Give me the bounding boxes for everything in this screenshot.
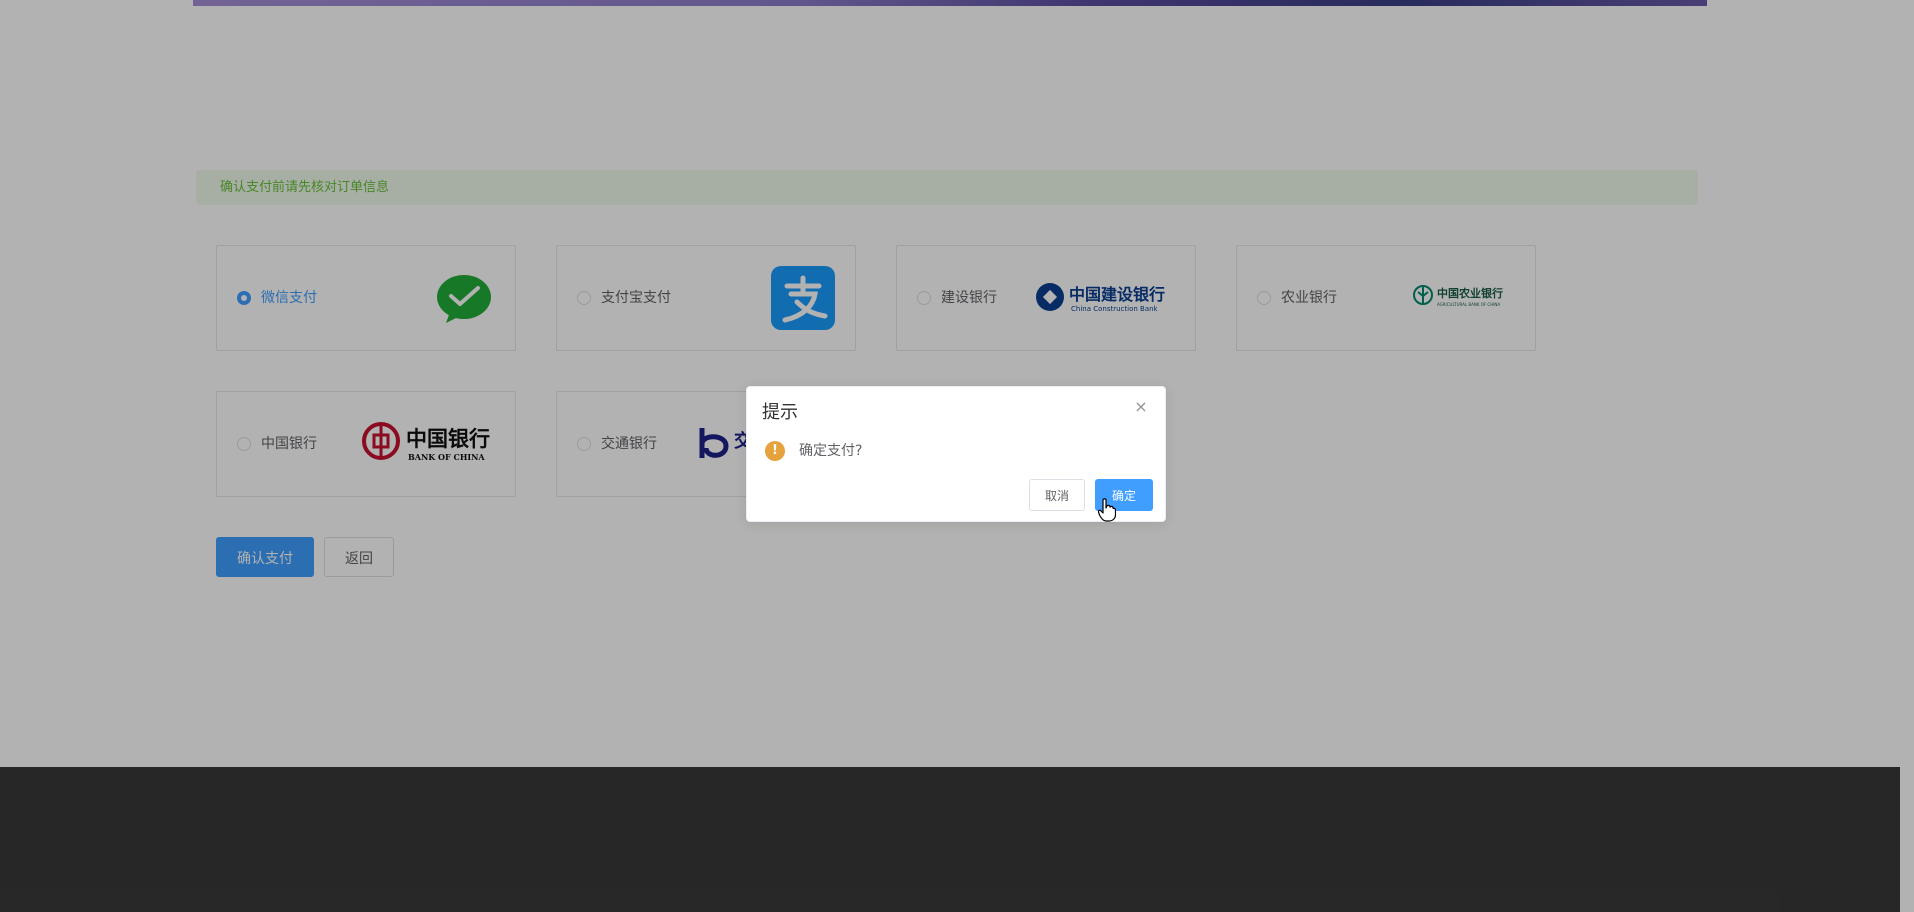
dialog-cancel-button[interactable]: 取消 [1029,479,1085,511]
hand-cursor-icon [1098,498,1116,522]
close-icon[interactable]: × [1133,399,1149,415]
dialog-title: 提示 [762,402,798,423]
dialog-message: 确定支付? [799,443,863,459]
warning-icon: ! [765,441,785,461]
